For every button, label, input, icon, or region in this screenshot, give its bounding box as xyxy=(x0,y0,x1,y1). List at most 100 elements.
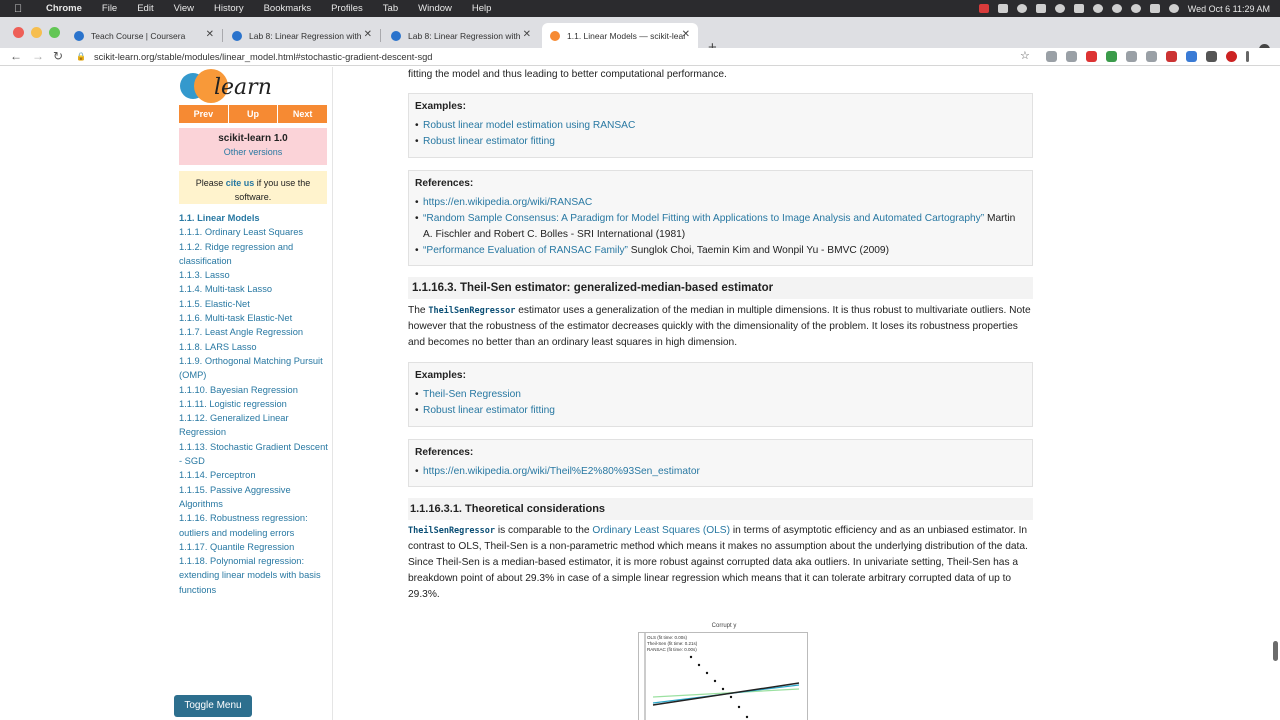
menu-file[interactable]: File xyxy=(102,3,117,14)
menubar-clock[interactable]: Wed Oct 6 11:29 AM xyxy=(1188,4,1270,14)
toggle-menu-button[interactable]: Toggle Menu xyxy=(174,695,252,717)
tab-lab8-b[interactable]: Lab 8: Linear Regression with ✕ xyxy=(383,23,539,48)
lock-icon[interactable]: 🔒 xyxy=(76,52,86,61)
toc-item[interactable]: 1.1.10. Bayesian Regression xyxy=(179,383,329,397)
toc-item[interactable]: 1.1.14. Perceptron xyxy=(179,468,329,482)
back-arrow-icon[interactable]: ← xyxy=(10,49,22,63)
up-button[interactable]: Up xyxy=(229,105,279,123)
figure-line-black xyxy=(652,682,800,706)
section-paragraph: The TheilSenRegressor estimator uses a g… xyxy=(408,303,1033,351)
toc-item[interactable]: 1.1.17. Quantile Regression xyxy=(179,540,329,554)
tab-sklearn-active[interactable]: 1.1. Linear Models — scikit-lear ✕ xyxy=(542,23,698,48)
toc-item[interactable]: 1.1.5. Elastic-Net xyxy=(179,297,329,311)
extension-icon[interactable] xyxy=(1046,51,1057,62)
browser-tabstrip: Teach Course | Coursera ✕ Lab 8: Linear … xyxy=(0,17,1280,56)
menu-profiles[interactable]: Profiles xyxy=(331,3,363,14)
figure-title: Corrupt y xyxy=(711,623,737,629)
example-link[interactable]: Robust linear model estimation using RAN… xyxy=(415,118,1026,134)
menu-tab[interactable]: Tab xyxy=(383,3,398,14)
menu-history[interactable]: History xyxy=(214,3,244,14)
camera-icon[interactable] xyxy=(997,4,1008,13)
toc-item[interactable]: 1.1.11. Logistic regression xyxy=(179,397,329,411)
theilsen-code-link[interactable]: TheilSenRegressor xyxy=(428,306,515,316)
close-tab-icon[interactable]: ✕ xyxy=(682,29,690,40)
example-link[interactable]: Theil-Sen Regression xyxy=(415,387,1026,403)
toc-item[interactable]: 1.1.12. Generalized Linear Regression xyxy=(179,411,329,440)
wifi-icon[interactable] xyxy=(1111,4,1122,13)
toc-item[interactable]: 1.1.1. Ordinary Least Squares xyxy=(179,225,329,239)
menu-bookmarks[interactable]: Bookmarks xyxy=(264,3,312,14)
status-icon[interactable] xyxy=(1016,4,1027,13)
menu-help[interactable]: Help xyxy=(472,3,492,14)
close-tab-icon[interactable]: ✕ xyxy=(523,29,531,40)
toc-item[interactable]: 1.1.16. Robustness regression: outliers … xyxy=(179,511,329,540)
dropbox-icon[interactable] xyxy=(1035,4,1046,13)
toc-item[interactable]: 1.1.3. Lasso xyxy=(179,268,329,282)
extension-icon[interactable] xyxy=(1186,51,1197,62)
version-label: scikit-learn 1.0 xyxy=(218,133,288,144)
theilsen-code-link[interactable]: TheilSenRegressor xyxy=(408,526,495,536)
figure-points xyxy=(689,655,749,719)
extension-icon[interactable] xyxy=(1126,51,1137,62)
battery-icon[interactable] xyxy=(1073,4,1084,13)
extension-icon[interactable] xyxy=(1086,51,1097,62)
menu-view[interactable]: View xyxy=(174,3,194,14)
page-scrollbar[interactable] xyxy=(1273,641,1278,661)
extension-icon[interactable] xyxy=(1106,51,1117,62)
extension-icon[interactable] xyxy=(1166,51,1177,62)
toc-item[interactable]: 1.1.4. Multi-task Lasso xyxy=(179,282,329,296)
address-url[interactable]: scikit-learn.org/stable/modules/linear_m… xyxy=(94,52,432,62)
toc-item[interactable]: 1.1.8. LARS Lasso xyxy=(179,340,329,354)
puzzle-extensions-icon[interactable] xyxy=(1206,51,1217,62)
example-link[interactable]: Robust linear estimator fitting xyxy=(415,403,1026,419)
toc-item[interactable]: 1.1.7. Least Angle Regression xyxy=(179,325,329,339)
toc-item[interactable]: 1.1.2. Ridge regression and classificati… xyxy=(179,240,329,269)
toc-item[interactable]: 1.1.15. Passive Aggressive Algorithms xyxy=(179,483,329,512)
menu-edit[interactable]: Edit xyxy=(137,3,153,14)
sync-icon[interactable] xyxy=(1054,4,1065,13)
reload-icon[interactable]: ↻ xyxy=(53,49,63,63)
reference-link[interactable]: https://en.wikipedia.org/wiki/RANSAC xyxy=(415,195,1026,211)
tab-coursera[interactable]: Teach Course | Coursera ✕ xyxy=(66,23,223,48)
sklearn-logo[interactable]: scikit learn xyxy=(180,69,272,103)
extension-icon[interactable] xyxy=(1146,51,1157,62)
tab-title: Lab 8: Linear Regression with xyxy=(249,30,362,41)
close-tab-icon[interactable]: ✕ xyxy=(206,29,214,40)
toc-item[interactable]: 1.1.6. Multi-task Elastic-Net xyxy=(179,311,329,325)
apple-icon[interactable]:  xyxy=(14,3,28,15)
close-tab-icon[interactable]: ✕ xyxy=(364,29,372,40)
minimize-window-icon[interactable] xyxy=(31,27,42,38)
prev-button[interactable]: Prev xyxy=(179,105,229,123)
toc-item[interactable]: 1.1.9. Orthogonal Matching Pursuit (OMP) xyxy=(179,354,329,383)
reference-item: “Performance Evaluation of RANSAC Family… xyxy=(415,243,1026,259)
toc-item[interactable]: 1.1. Linear Models xyxy=(179,211,329,225)
tab-lab8-a[interactable]: Lab 8: Linear Regression with ✕ xyxy=(224,23,381,48)
examples-box: Examples: Robust linear model estimation… xyxy=(408,93,1033,158)
reference-title-link[interactable]: “Performance Evaluation of RANSAC Family… xyxy=(423,245,628,256)
zoom-window-icon[interactable] xyxy=(49,27,60,38)
siri-icon[interactable] xyxy=(1168,4,1179,13)
cite-us-link[interactable]: cite us xyxy=(226,178,255,188)
record-icon[interactable] xyxy=(978,4,989,13)
toc-item[interactable]: 1.1.18. Polynomial regression: extending… xyxy=(179,554,329,597)
reference-link[interactable]: https://en.wikipedia.org/wiki/Theil%E2%8… xyxy=(415,464,1026,480)
address-bar[interactable]: 🔒 scikit-learn.org/stable/modules/linear… xyxy=(76,48,1040,65)
extension-icon[interactable] xyxy=(1066,51,1077,62)
bookmark-star-icon[interactable]: ☆ xyxy=(1020,49,1030,62)
forward-arrow-icon[interactable]: → xyxy=(32,49,44,63)
ols-link[interactable]: Ordinary Least Squares (OLS) xyxy=(592,525,730,536)
next-button[interactable]: Next xyxy=(278,105,327,123)
tab-title: Lab 8: Linear Regression with xyxy=(408,30,521,41)
profile-avatar-icon[interactable] xyxy=(1226,51,1237,62)
reference-title-link[interactable]: “Random Sample Consensus: A Paradigm for… xyxy=(423,213,984,224)
menu-window[interactable]: Window xyxy=(418,3,452,14)
other-versions-link[interactable]: Other versions xyxy=(179,147,327,157)
control-center-icon[interactable] xyxy=(1149,4,1160,13)
toc-item[interactable]: 1.1.13. Stochastic Gradient Descent - SG… xyxy=(179,440,329,469)
example-link[interactable]: Robust linear estimator fitting xyxy=(415,134,1026,150)
menu-app-name[interactable]: Chrome xyxy=(46,3,82,14)
bluetooth-icon[interactable] xyxy=(1092,4,1103,13)
kebab-menu-icon[interactable] xyxy=(1246,51,1249,62)
search-icon[interactable] xyxy=(1130,4,1141,13)
close-window-icon[interactable] xyxy=(13,27,24,38)
